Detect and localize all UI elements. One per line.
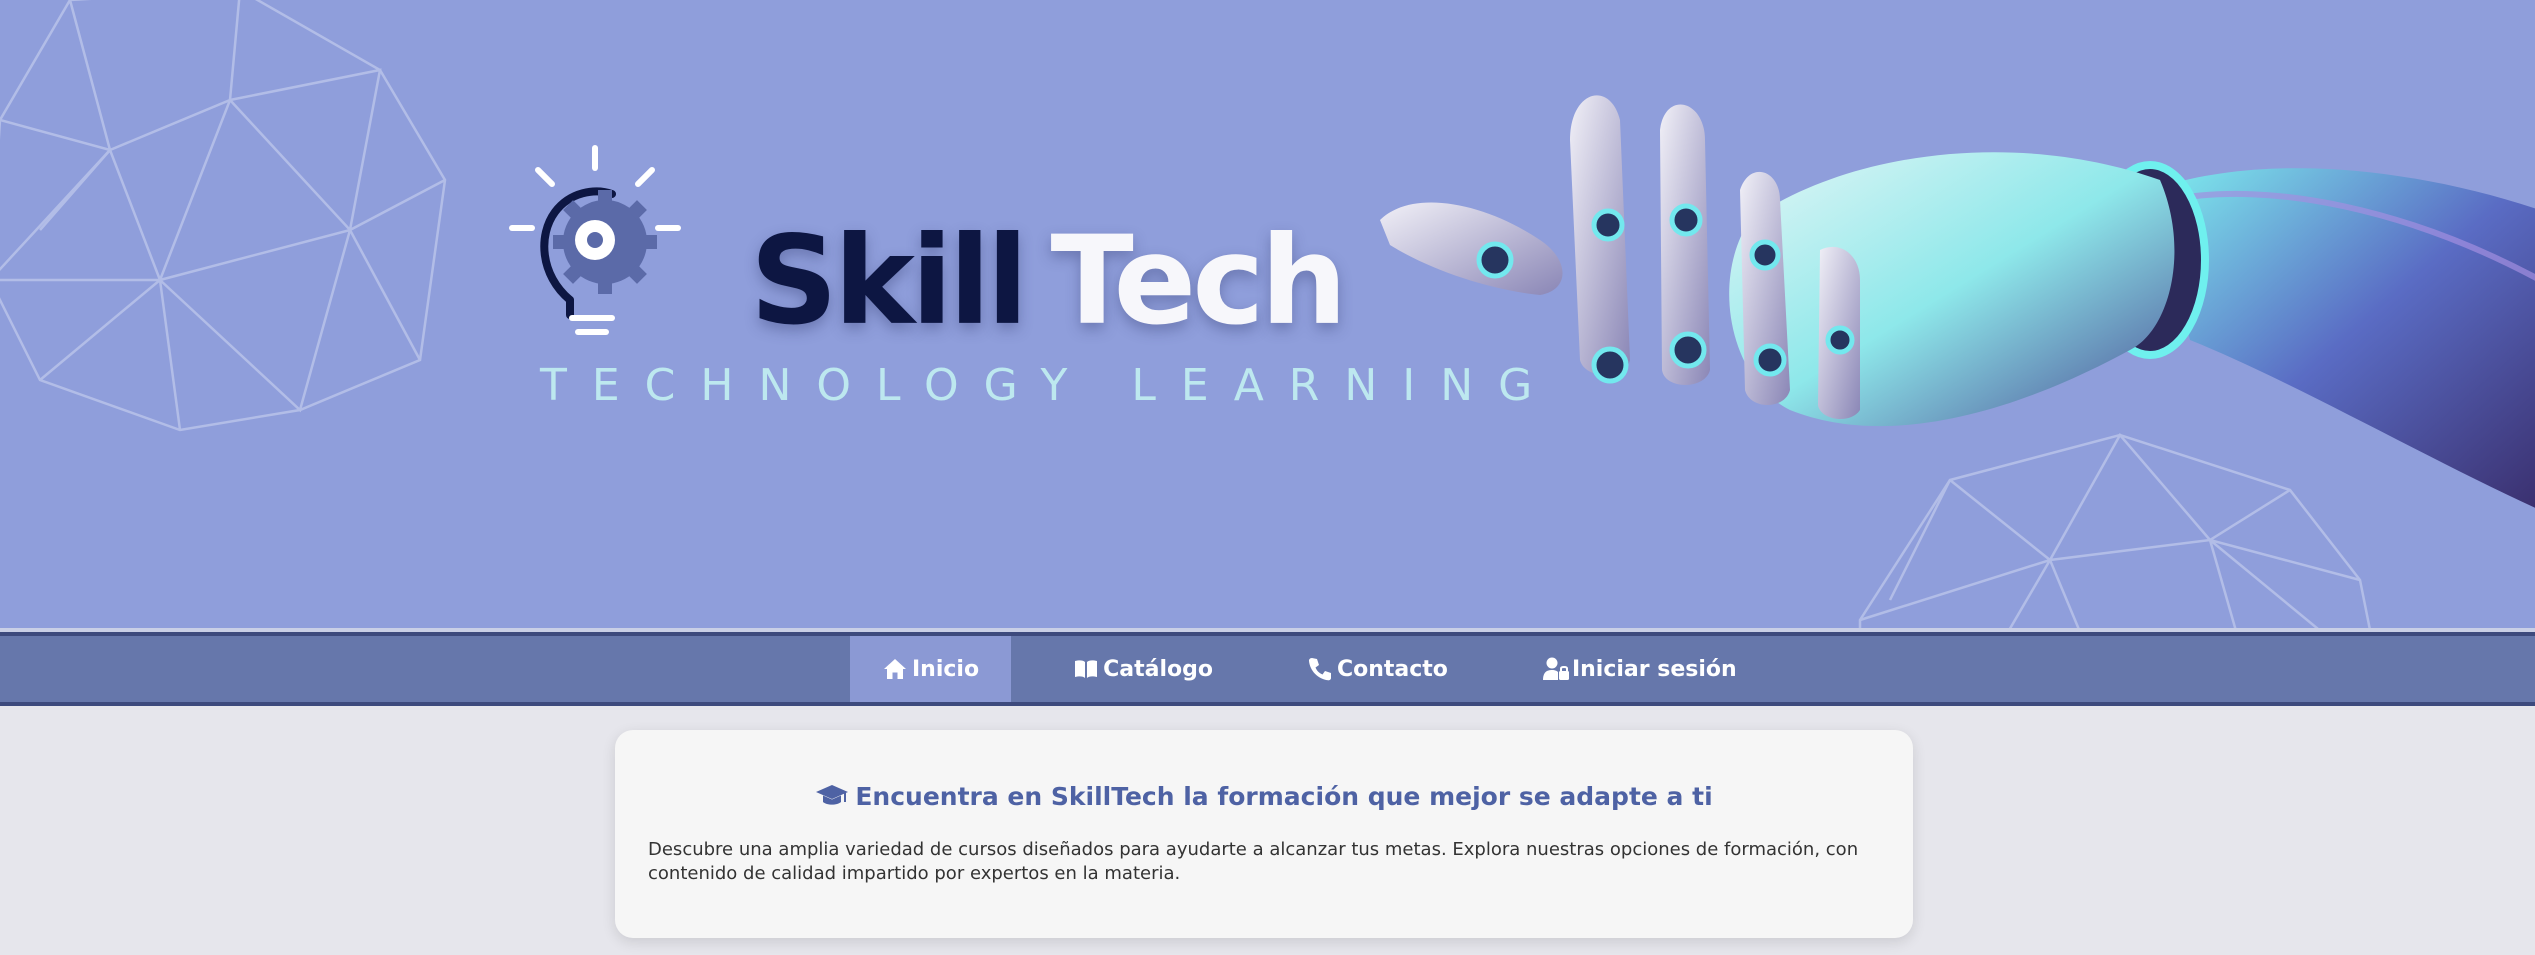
nav-item-label: Contacto (1336, 656, 1448, 682)
nav-item-inicio[interactable]: Inicio (850, 636, 1012, 702)
phone-icon (1307, 656, 1333, 682)
nav-item-catalogo[interactable]: Catálogo (1041, 636, 1245, 702)
user-lock-icon (1542, 656, 1569, 682)
graduation-cap-icon (815, 782, 849, 808)
intro-description: Descubre una amplia variedad de cursos d… (648, 839, 1859, 884)
nav-list: Inicio Catálogo Contacto Iniciar sesión (850, 636, 1769, 702)
nav-item-label: Catálogo (1103, 656, 1213, 682)
hero-banner: Skill Tech TECHNOLOGY LEARNING (0, 0, 2535, 628)
nav-item-contacto[interactable]: Contacto (1275, 636, 1480, 702)
brand-word-skill: Skill (750, 210, 1028, 352)
brand-word-tech: Tech (1050, 210, 1347, 352)
brand-logo[interactable]: Skill Tech TECHNOLOGY LEARNING (500, 140, 1532, 420)
intro-card: Encuentra en SkillTech la formación que … (615, 730, 1913, 938)
nav-item-label: Iniciar sesión (1571, 656, 1737, 682)
nav-item-iniciar-sesion[interactable]: Iniciar sesión (1510, 636, 1769, 702)
intro-title-text: Encuentra en SkillTech la formación que … (855, 782, 1713, 811)
nav-item-label: Inicio (912, 656, 980, 682)
brand-name: Skill Tech (750, 210, 1347, 352)
book-icon (1073, 656, 1099, 682)
main-nav: Inicio Catálogo Contacto Iniciar sesión (0, 632, 2535, 706)
intro-title: Encuentra en SkillTech la formación que … (615, 782, 1913, 811)
robot-hand-illustration (1370, 80, 2535, 525)
home-icon (882, 656, 908, 682)
wireframe-sphere-left-decoration (0, 0, 460, 450)
lightbulb-gear-icon (500, 140, 690, 355)
